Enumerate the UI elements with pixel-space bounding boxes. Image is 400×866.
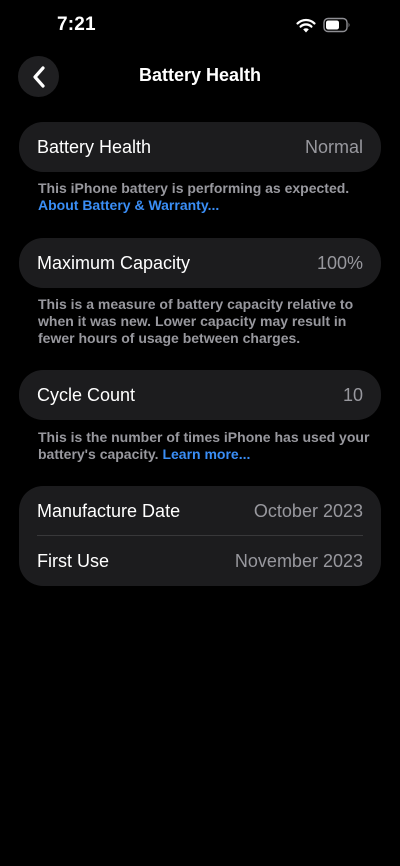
cycle-count-label: Cycle Count xyxy=(37,384,136,405)
manufacture-date-row: Manufacture Date October 2023 xyxy=(19,486,381,536)
battery-health-note-text: This iPhone battery is performing as exp… xyxy=(38,180,350,196)
maximum-capacity-note-text: This is a measure of battery capacity re… xyxy=(38,296,354,346)
about-battery-warranty-link[interactable]: About Battery & Warranty... xyxy=(38,197,373,214)
nav-bar: Battery Health xyxy=(0,52,400,100)
maximum-capacity-note: This is a measure of battery capacity re… xyxy=(38,296,373,347)
wifi-icon xyxy=(296,18,316,33)
maximum-capacity-label: Maximum Capacity xyxy=(37,252,191,273)
maximum-capacity-card: Maximum Capacity 100% xyxy=(19,238,381,288)
battery-icon xyxy=(323,17,350,33)
cycle-count-value: 10 xyxy=(342,384,363,405)
learn-more-link[interactable]: Learn more... xyxy=(162,446,250,462)
first-use-row: First Use November 2023 xyxy=(19,536,381,586)
page-title: Battery Health xyxy=(138,65,262,85)
battery-health-row: Battery Health Normal xyxy=(19,122,381,172)
battery-health-card: Battery Health Normal xyxy=(19,122,381,172)
battery-health-note: This iPhone battery is performing as exp… xyxy=(38,180,373,214)
manufacture-date-label: Manufacture Date xyxy=(37,500,181,521)
dates-card: Manufacture Date October 2023 First Use … xyxy=(19,486,381,586)
battery-health-label: Battery Health xyxy=(37,136,152,157)
cycle-count-note: This is the number of times iPhone has u… xyxy=(38,429,373,463)
first-use-value: November 2023 xyxy=(234,550,363,571)
maximum-capacity-row: Maximum Capacity 100% xyxy=(19,238,381,288)
status-time: 7:21 xyxy=(57,14,96,35)
manufacture-date-value: October 2023 xyxy=(253,500,363,521)
first-use-label: First Use xyxy=(37,550,109,571)
cycle-count-card: Cycle Count 10 xyxy=(19,370,381,420)
battery-health-value: Normal xyxy=(304,136,363,157)
cycle-count-row: Cycle Count 10 xyxy=(19,370,381,420)
status-bar: 7:21 xyxy=(0,0,400,52)
maximum-capacity-value: 100% xyxy=(316,252,363,273)
